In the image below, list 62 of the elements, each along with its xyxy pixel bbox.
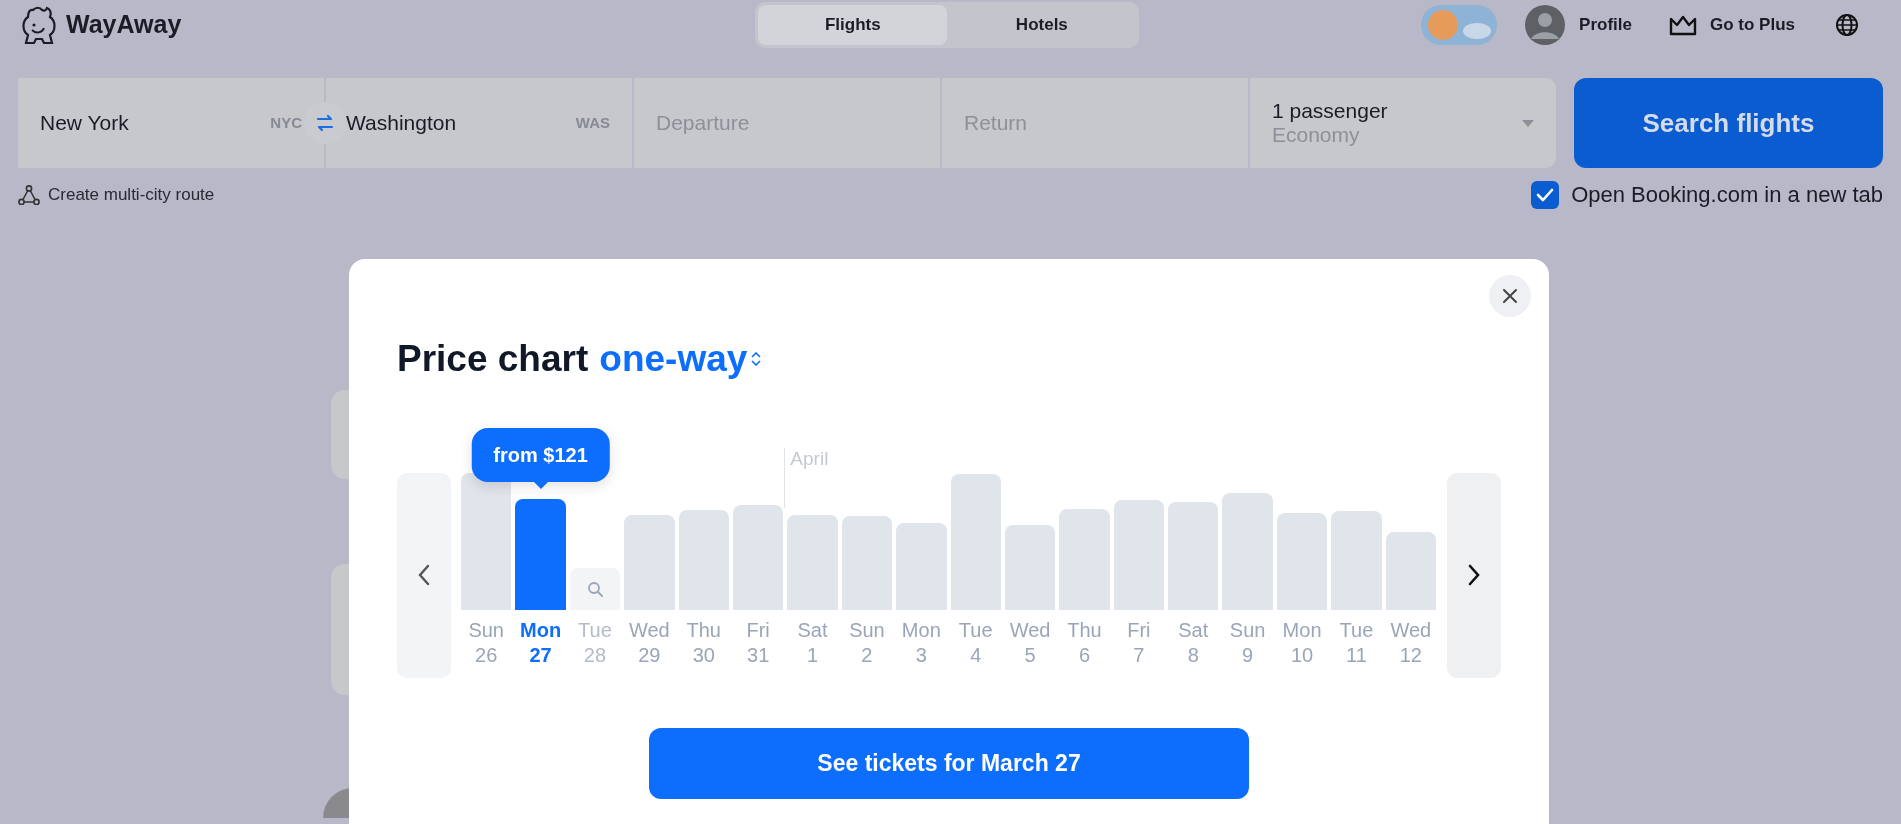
month-label: April — [790, 446, 829, 471]
date-label[interactable]: Sun 2 — [849, 617, 885, 668]
date-label[interactable]: Tue 4 — [958, 617, 993, 668]
date-label[interactable]: Tue 28 — [578, 617, 612, 668]
multi-city-link[interactable]: Create multi-city route — [48, 181, 215, 208]
route-icon[interactable] — [18, 184, 40, 205]
date-label[interactable]: Mon 3 — [901, 617, 941, 668]
mode-tab[interactable]: Hotels — [947, 5, 1137, 45]
date-label[interactable]: Mon 10 — [1282, 617, 1322, 668]
return-field[interactable]: Return — [942, 78, 1248, 168]
caret-icon — [1522, 119, 1534, 127]
avatar[interactable] — [1525, 5, 1566, 45]
swap-icon — [315, 114, 335, 132]
dialog-title: Price chart — [397, 337, 589, 381]
price-bar[interactable] — [461, 472, 512, 610]
city-name: Washington — [346, 110, 457, 137]
date-label[interactable]: Thu 30 — [686, 617, 721, 668]
checkbox-label: Open Booking.com in a new tab — [1571, 181, 1883, 209]
close-button[interactable] — [1489, 275, 1531, 317]
date-label[interactable]: Fri 31 — [746, 617, 770, 668]
crown-icon[interactable] — [1668, 13, 1698, 37]
see-tickets-button[interactable]: See tickets for March 27 — [649, 727, 1249, 799]
date-label[interactable]: Tue 11 — [1339, 617, 1374, 668]
search-button[interactable]: Search flights — [1574, 78, 1883, 168]
trip-type-select[interactable]: one-way — [599, 331, 762, 387]
theme-toggle[interactable] — [1421, 5, 1498, 45]
airport-code: NYC — [270, 112, 302, 133]
date-label[interactable]: Wed 29 — [629, 617, 670, 668]
date-label[interactable]: Thu 6 — [1067, 617, 1102, 668]
destination-field[interactable]: Washington WAS — [326, 78, 632, 168]
cabin-class: Economy — [1272, 123, 1361, 148]
next-button[interactable] — [1447, 472, 1501, 678]
search-icon — [586, 580, 603, 597]
check-icon — [1536, 186, 1555, 203]
logo-text[interactable]: WayAway — [66, 6, 182, 44]
date-label[interactable]: Wed 5 — [1009, 617, 1051, 668]
origin-field[interactable]: New York NYC — [18, 78, 324, 168]
date-label[interactable]: Sat 1 — [797, 617, 828, 668]
search-cell[interactable] — [569, 567, 621, 610]
date-label[interactable]: Sun 9 — [1229, 617, 1266, 668]
date-label[interactable]: Fri 7 — [1127, 617, 1151, 668]
passenger-count: 1 passenger — [1272, 98, 1388, 123]
sort-icon — [751, 351, 762, 366]
airport-code: WAS — [575, 112, 610, 133]
date-label[interactable]: Wed 12 — [1390, 617, 1432, 668]
date-label[interactable]: Sun 26 — [468, 617, 504, 668]
close-icon — [1502, 288, 1518, 304]
date-label[interactable]: Sat 8 — [1178, 617, 1209, 668]
chevron-left-icon — [417, 564, 431, 586]
departure-field[interactable]: Departure — [634, 78, 940, 168]
city-name: New York — [40, 110, 129, 137]
previous-button[interactable] — [397, 472, 451, 678]
price-tooltip: from $121 — [471, 427, 610, 482]
chevron-right-icon — [1467, 564, 1481, 586]
go-to-plus-link[interactable]: Go to Plus — [1710, 12, 1795, 38]
passenger-select[interactable]: 1 passenger Economy — [1250, 78, 1556, 168]
globe-icon[interactable] — [1835, 13, 1859, 37]
mode-tab[interactable]: Flights — [758, 5, 948, 45]
date-label[interactable]: Mon 27 — [520, 617, 562, 668]
checkbox[interactable] — [1531, 180, 1560, 209]
tooltip-pointer — [532, 480, 549, 489]
profile-link[interactable]: Profile — [1579, 12, 1632, 38]
